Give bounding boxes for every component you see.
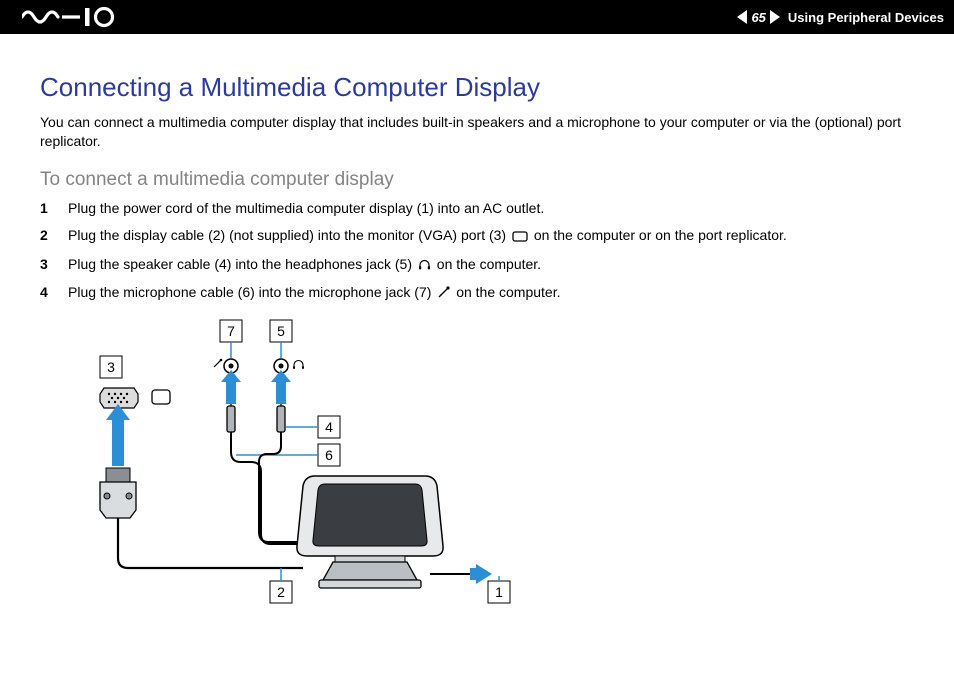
vaio-logo: [22, 7, 118, 27]
list-item: 2 Plug the display cable (2) (not suppli…: [40, 226, 914, 247]
monitor-port-icon: [512, 228, 528, 247]
list-item: 1 Plug the power cord of the multimedia …: [40, 199, 914, 218]
svg-text:2: 2: [277, 584, 285, 600]
svg-text:6: 6: [325, 447, 333, 463]
manual-page: 65 Using Peripheral Devices Connecting a…: [0, 0, 954, 674]
step-list: 1 Plug the power cord of the multimedia …: [40, 199, 914, 305]
prev-page-icon[interactable]: [737, 10, 747, 24]
content-area: Connecting a Multimedia Computer Display…: [0, 34, 954, 621]
page-indicator: 65 Using Peripheral Devices: [737, 10, 944, 25]
svg-text:1: 1: [495, 584, 503, 600]
section-title: Using Peripheral Devices: [788, 10, 944, 25]
intro-text: You can connect a multimedia computer di…: [40, 113, 914, 151]
page-number: 65: [751, 10, 765, 25]
connection-diagram: 3 7 5 4 6 2 1: [70, 316, 914, 621]
sub-heading: To connect a multimedia computer display: [40, 169, 914, 191]
top-bar: 65 Using Peripheral Devices: [0, 0, 954, 34]
svg-text:3: 3: [107, 359, 115, 375]
next-page-icon[interactable]: [770, 10, 780, 24]
list-item: 4 Plug the microphone cable (6) into the…: [40, 283, 914, 304]
svg-text:5: 5: [277, 323, 285, 339]
page-title: Connecting a Multimedia Computer Display: [40, 72, 914, 103]
svg-text:4: 4: [325, 419, 333, 435]
list-item: 3 Plug the speaker cable (4) into the he…: [40, 255, 914, 276]
microphone-icon: [437, 285, 450, 304]
svg-text:7: 7: [227, 323, 235, 339]
headphones-icon: [418, 257, 431, 276]
